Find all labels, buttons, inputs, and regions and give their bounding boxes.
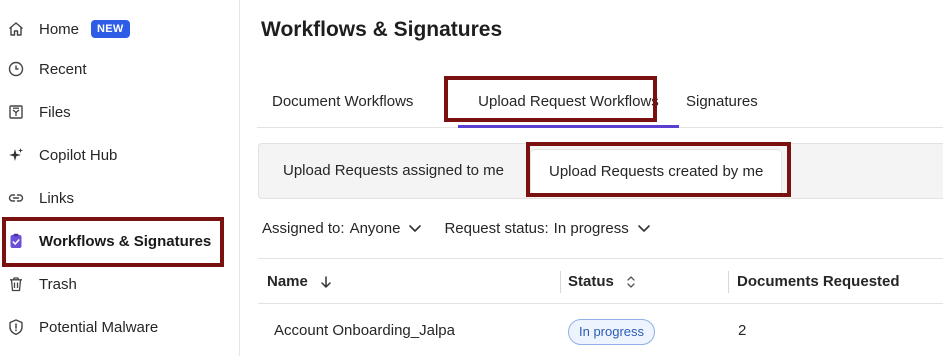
assigned-to-filter[interactable]: Assigned to: Anyone <box>262 220 422 237</box>
sidebar-item-label: Potential Malware <box>39 318 159 336</box>
row-name[interactable]: Account Onboarding_Jalpa <box>274 305 455 356</box>
new-badge: NEW <box>91 20 130 38</box>
column-divider <box>560 271 561 293</box>
sidebar-item-recent[interactable]: Recent <box>0 49 240 89</box>
home-icon <box>7 20 25 38</box>
row-documents-requested: 2 <box>738 322 747 339</box>
assigned-to-label: Assigned to: <box>262 219 345 237</box>
sidebar-item-label: Home <box>39 20 80 38</box>
column-header-status[interactable]: Status <box>568 259 637 304</box>
request-status-filter[interactable]: Request status: In progress <box>444 220 650 237</box>
tab-signatures[interactable]: Signatures <box>686 84 758 128</box>
sparkle-icon <box>7 146 25 164</box>
workflow-tabs: Document Workflows Upload Request Workfl… <box>257 84 943 128</box>
upload-request-subtabs: Upload Requests assigned to me Upload Re… <box>258 143 943 199</box>
sidebar-item-copilot-hub[interactable]: Copilot Hub <box>0 135 240 175</box>
table-header: Name Status Documents Requested <box>258 258 943 304</box>
chevron-down-icon <box>637 221 651 235</box>
clock-icon <box>7 60 25 78</box>
sidebar-item-label: Files <box>39 103 71 121</box>
sidebar-item-workflows-signatures[interactable]: Workflows & Signatures <box>0 221 240 261</box>
page-title: Workflows & Signatures <box>261 18 503 41</box>
link-icon <box>7 189 25 207</box>
sidebar-item-trash[interactable]: Trash <box>0 264 240 304</box>
sidebar-item-potential-malware[interactable]: Potential Malware <box>0 307 240 347</box>
table-row[interactable]: Account Onboarding_Jalpa In progress 2 <box>258 305 943 356</box>
sidebar-item-label: Trash <box>39 275 77 293</box>
request-status-value: In progress <box>553 219 629 237</box>
arrow-down-icon <box>320 275 332 289</box>
trash-icon <box>7 275 25 293</box>
sidebar-item-label: Copilot Hub <box>39 146 118 164</box>
files-icon <box>7 103 25 121</box>
column-header-documents-requested[interactable]: Documents Requested <box>737 259 900 304</box>
subtab-created-by-me[interactable]: Upload Requests created by me <box>531 150 782 194</box>
assigned-to-value: Anyone <box>349 219 401 237</box>
sidebar-item-home[interactable]: Home NEW <box>0 9 240 49</box>
sidebar-item-label: Workflows & Signatures <box>39 232 212 250</box>
column-header-label: Documents Requested <box>737 273 900 290</box>
shield-alert-icon <box>7 318 25 336</box>
column-divider <box>728 271 729 293</box>
sidebar-item-label: Links <box>39 189 75 207</box>
tab-document-workflows[interactable]: Document Workflows <box>272 84 413 128</box>
clipboard-check-icon <box>7 232 25 250</box>
sort-icon <box>625 275 637 289</box>
subtab-assigned-to-me[interactable]: Upload Requests assigned to me <box>283 144 504 200</box>
filter-bar: Assigned to: Anyone Request status: In p… <box>262 216 651 240</box>
sidebar-item-links[interactable]: Links <box>0 178 240 218</box>
tab-upload-request-workflows[interactable]: Upload Request Workflows <box>458 84 679 128</box>
column-header-label: Status <box>568 273 614 290</box>
status-badge: In progress <box>568 319 656 345</box>
sidebar-item-label: Recent <box>39 60 87 78</box>
sidebar-item-files[interactable]: Files <box>0 92 240 132</box>
main-content: Workflows & Signatures Document Workflow… <box>241 0 943 356</box>
request-status-label: Request status: <box>444 219 549 237</box>
chevron-down-icon <box>408 221 422 235</box>
column-header-name[interactable]: Name <box>267 259 332 304</box>
column-header-label: Name <box>267 273 308 290</box>
active-tab-indicator <box>458 125 679 128</box>
sidebar: Home NEW Recent Files Copilot Hub Links … <box>0 0 240 356</box>
